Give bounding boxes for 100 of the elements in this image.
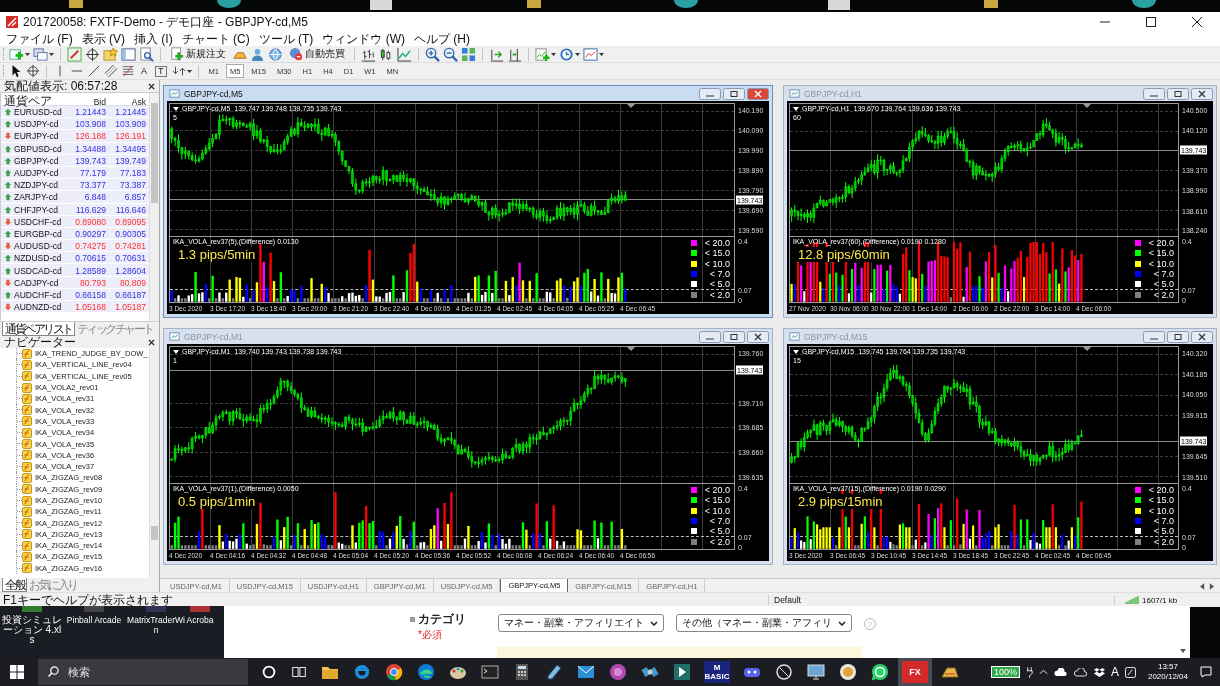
bid-cell-text: 139.743 [74,155,107,166]
clock-date[interactable]: 2020/12/04 [1147,672,1188,682]
text-tool-button[interactable]: T [155,65,167,77]
menu-item[interactable]: ツール (T) [258,32,314,46]
symbol-cell[interactable]: AUDCHF-cd [1,289,65,300]
desktop-icon-label[interactable]: MatrixTraderWin [126,615,186,635]
legend-label: < 20.0 [703,485,730,496]
legend-label: < 7.0 [708,269,730,280]
legend-label: < 15.0 [1147,248,1174,259]
clock-time[interactable]: 13:57 [1157,662,1178,672]
auto-trading-button[interactable]: 自動売買 [286,46,348,62]
ask-cell-text: 139.749 [114,155,147,166]
status-hint: F1キーでヘルプが表示されます [3,591,174,609]
menu-item[interactable]: ウィンドウ (W) [322,32,405,46]
legend-label: < 2.0 [1152,289,1174,300]
bid-cell-text: 1.34488 [74,143,107,154]
symbol-cell[interactable]: AUDUSD-cd [1,241,65,252]
desktop-icon-label[interactable]: Pinball Arcade [66,615,122,625]
traffic-readout: 1607/1 kb [1142,595,1178,605]
chart-window-title: GBPJPY-cd,H1 [804,88,862,99]
legend-label: < 5.0 [708,279,730,290]
bid-cell-text: 80.793 [79,277,107,288]
input-mode-indicator[interactable]: A [1110,665,1119,679]
symbol-cell[interactable]: CADJPY-cd [1,277,65,288]
symbol-cell[interactable]: NZDUSD-cd [1,253,65,264]
ask-cell-text: 1.28604 [114,265,147,276]
menu-item[interactable]: 挿入 (I) [134,32,173,46]
legend-label: < 5.0 [1152,279,1174,290]
symbol-cell[interactable]: NZDJPY-cd [1,180,65,191]
ask-cell-text: 77.183 [119,168,147,179]
panel-tab[interactable]: 通貨ペアリスト [2,322,75,336]
bid-cell-text: 103.908 [74,119,107,130]
legend-label: < 2.0 [708,289,730,300]
desktop-icon-label[interactable]: Acroba [186,615,214,625]
symbol-cell[interactable]: GBPJPY-cd [1,155,65,166]
panel-title: ナビゲーター [4,334,76,351]
symbol-cell[interactable]: EURGBP-cd [1,228,65,239]
legend-label: < 15.0 [703,495,730,506]
required-note: *必須 [417,628,443,642]
symbol-cell[interactable]: AUDNZD-cd [1,302,65,313]
new-order-button[interactable]: 新規注文 [167,46,229,62]
symbol-cell[interactable]: USDCAD-cd [1,265,65,276]
select-field[interactable]: マネー・副業・アフィリエイト [498,614,664,632]
symbol-cell[interactable]: EURJPY-cd [1,131,65,142]
ask-cell-text: 1.21445 [114,107,147,118]
legend-label: < 10.0 [703,258,730,269]
panel-tab[interactable]: 全般 [2,578,27,592]
menu-item[interactable]: チャート (C) [181,32,250,46]
select-field[interactable]: その他（マネー・副業・アフィリ [676,614,852,632]
app-tile-button[interactable]: M BASIC [704,661,730,683]
volatility-readout: 2.9 pips/15min [796,494,885,509]
legend-label: < 15.0 [1147,495,1174,506]
symbol-cell[interactable]: ZARJPY-cd [1,192,65,203]
legend-label: < 20.0 [1147,485,1174,496]
ask-cell-text: 103.909 [114,119,147,130]
ask-cell-text: 80.809 [119,277,147,288]
menu-item[interactable]: ヘルプ (H) [414,32,470,46]
menu-item[interactable]: 表示 (V) [81,32,125,46]
legend-label: < 7.0 [708,516,730,527]
bid-cell-text: 0.70615 [74,253,107,264]
desktop-icon-label[interactable]: 投資シミュレーション 4.xls [2,615,62,645]
column-header[interactable]: Ask [109,96,149,107]
chart-window-title: GBPJPY-cd,M1 [184,331,243,342]
column-header[interactable]: Bid [65,96,109,107]
ask-cell-text: 0.90305 [114,228,147,239]
ask-cell-text: 1.05187 [114,302,147,313]
legend-label: < 15.0 [703,248,730,259]
text-tool-button[interactable]: A [138,64,150,78]
ask-cell-text: 0.89095 [114,216,147,227]
menu-item[interactable]: ファイル (F) [6,32,73,46]
ask-cell-text: 0.70631 [114,253,147,264]
search-field[interactable]: 検索 [38,659,248,685]
chart-title-bar[interactable]: GBPJPY-cd,M5 [164,86,772,101]
symbol-cell[interactable]: USDCHF-cd [1,216,65,227]
bid-cell-text: 0.90297 [74,228,107,239]
volatility-readout: 1.3 pips/5min [176,247,258,262]
bid-cell-text: 0.74275 [74,241,107,252]
volatility-readout: 0.5 pips/1min [176,494,258,509]
legend-label: < 10.0 [1147,258,1174,269]
symbol-cell[interactable]: GBPUSD-cd [1,143,65,154]
field-label: カテゴリ [418,611,466,628]
legend-label: < 5.0 [708,526,730,537]
panel-title: 気配値表示: 06:57:28 [4,77,118,95]
bid-cell-text: 0.66158 [74,289,107,300]
chart-window-title: GBPJPY-cd,M5 [184,88,243,99]
symbol-cell[interactable]: USDJPY-cd [1,119,65,130]
bid-cell-text: 116.629 [74,204,107,215]
legend-label: < 20.0 [1147,238,1174,249]
legend-label: < 10.0 [703,505,730,516]
symbol-cell[interactable]: CHFJPY-cd [1,204,65,215]
symbol-cell[interactable]: AUDJPY-cd [1,168,65,179]
symbol-cell[interactable]: EURUSD-cd [1,107,65,118]
volatility-readout: 12.8 pips/60min [796,247,892,262]
ask-cell-text: 0.74281 [114,241,147,252]
bid-cell-text: 73.377 [79,180,107,191]
legend-label: < 2.0 [708,536,730,547]
ask-cell-text: 1.34495 [114,143,147,154]
legend-label: < 20.0 [703,238,730,249]
legend-label: < 7.0 [1152,269,1174,280]
ask-cell-text: 6.857 [123,192,147,203]
